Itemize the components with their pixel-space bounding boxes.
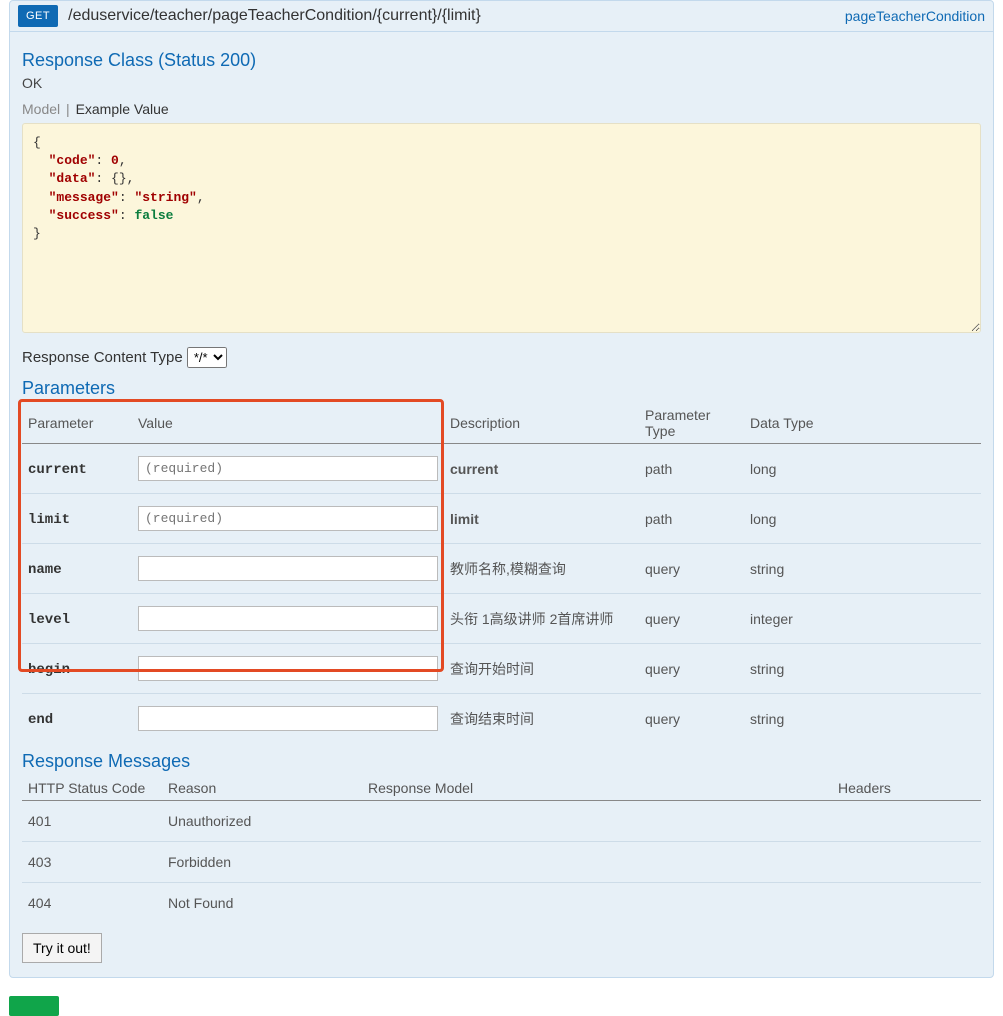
param-name: level (28, 612, 70, 628)
th-http-status: HTTP Status Code (22, 776, 162, 801)
th-data-type: Data Type (744, 403, 981, 444)
param-name: current (28, 462, 87, 478)
next-operation-header[interactable] (9, 996, 994, 1016)
tab-example-value[interactable]: Example Value (76, 101, 169, 117)
param-input-begin[interactable] (138, 656, 438, 681)
param-desc: 查询开始时间 (444, 644, 639, 694)
param-dtype: long (744, 494, 981, 544)
content-type-label: Response Content Type (22, 349, 183, 366)
try-it-out-button[interactable]: Try it out! (22, 933, 102, 963)
param-dtype: string (744, 544, 981, 594)
tab-model[interactable]: Model (22, 101, 60, 117)
response-class-title: Response Class (Status 200) (22, 50, 981, 71)
table-row: level 头衔 1高级讲师 2首席讲师 query integer (22, 594, 981, 644)
rm-reason: Unauthorized (162, 801, 362, 842)
th-headers: Headers (832, 776, 981, 801)
th-response-model: Response Model (362, 776, 832, 801)
table-row: current current path long (22, 444, 981, 494)
rm-status: 401 (22, 801, 162, 842)
param-ptype: query (639, 544, 744, 594)
param-dtype: integer (744, 594, 981, 644)
param-name: name (28, 562, 62, 578)
table-row: 401 Unauthorized (22, 801, 981, 842)
rm-reason: Forbidden (162, 842, 362, 883)
example-json-box[interactable]: { "code": 0, "data": {}, "message": "str… (22, 123, 981, 333)
param-ptype: path (639, 444, 744, 494)
http-method-badge: GET (18, 5, 58, 27)
response-ok-label: OK (22, 75, 981, 91)
rm-status: 404 (22, 883, 162, 924)
rm-status: 403 (22, 842, 162, 883)
operation-header[interactable]: GET /eduservice/teacher/pageTeacherCondi… (10, 1, 993, 32)
param-ptype: query (639, 644, 744, 694)
th-parameter-type: Parameter Type (639, 403, 744, 444)
http-method-badge-post (9, 996, 59, 1016)
operation-nickname[interactable]: pageTeacherCondition (845, 8, 985, 24)
model-example-tabs: Model | Example Value (22, 101, 981, 117)
table-row: limit limit path long (22, 494, 981, 544)
param-input-level[interactable] (138, 606, 438, 631)
content-type-select[interactable]: */* (187, 347, 227, 368)
response-messages-table: HTTP Status Code Reason Response Model H… (22, 776, 981, 923)
param-input-end[interactable] (138, 706, 438, 731)
param-desc: limit (450, 511, 479, 527)
param-ptype: query (639, 594, 744, 644)
rm-reason: Not Found (162, 883, 362, 924)
param-ptype: path (639, 494, 744, 544)
th-value: Value (132, 403, 444, 444)
table-row: name 教师名称,模糊查询 query string (22, 544, 981, 594)
table-row: 403 Forbidden (22, 842, 981, 883)
th-description: Description (444, 403, 639, 444)
param-input-current[interactable] (138, 456, 438, 481)
param-desc: current (450, 461, 498, 477)
table-row: end 查询结束时间 query string (22, 694, 981, 744)
operation-path: /eduservice/teacher/pageTeacherCondition… (68, 7, 845, 25)
param-desc: 查询结束时间 (444, 694, 639, 744)
table-row: 404 Not Found (22, 883, 981, 924)
param-ptype: query (639, 694, 744, 744)
th-reason: Reason (162, 776, 362, 801)
param-input-name[interactable] (138, 556, 438, 581)
parameters-table: Parameter Value Description Parameter Ty… (22, 403, 981, 743)
param-input-limit[interactable] (138, 506, 438, 531)
response-messages-title: Response Messages (22, 751, 981, 772)
param-desc: 教师名称,模糊查询 (444, 544, 639, 594)
param-name: begin (28, 662, 70, 678)
table-row: begin 查询开始时间 query string (22, 644, 981, 694)
th-parameter: Parameter (22, 403, 132, 444)
param-dtype: string (744, 694, 981, 744)
param-name: limit (28, 512, 70, 528)
param-desc: 头衔 1高级讲师 2首席讲师 (444, 594, 639, 644)
param-dtype: string (744, 644, 981, 694)
param-dtype: long (744, 444, 981, 494)
parameters-title: Parameters (22, 378, 981, 399)
param-name: end (28, 712, 53, 728)
